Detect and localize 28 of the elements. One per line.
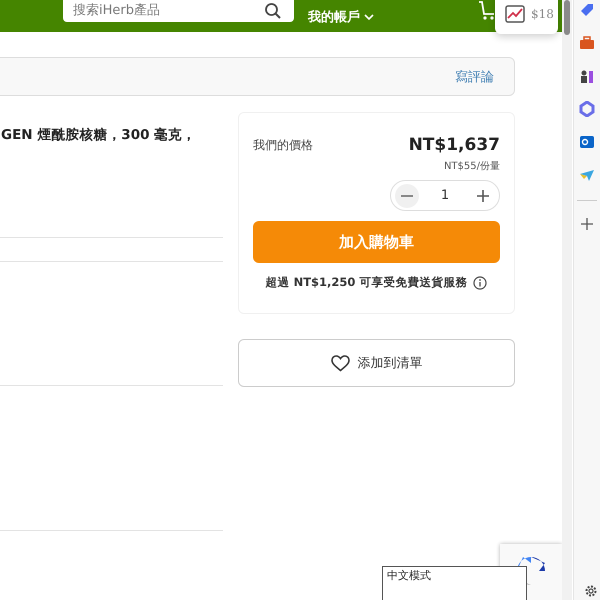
heart-icon bbox=[330, 354, 350, 372]
free-shipping-note: 超過 NT$1,250 可享受免費送貨服務 bbox=[266, 275, 468, 290]
tag-icon[interactable] bbox=[579, 2, 595, 18]
search-field[interactable]: 搜索iHerb產品 bbox=[63, 0, 294, 22]
unit-price-text: NT$55/份量 bbox=[444, 160, 500, 173]
rewards-amount: $18 bbox=[531, 7, 554, 21]
plus-icon bbox=[477, 190, 489, 202]
account-menu[interactable]: 我的帳戶 bbox=[308, 8, 374, 26]
price-text: NT$1,637 bbox=[408, 135, 500, 155]
price-label: 我們的價格 bbox=[253, 136, 313, 154]
write-review-link[interactable]: 寫評論 bbox=[455, 68, 494, 86]
scrollbar-thumb[interactable] bbox=[564, 0, 570, 35]
cart-icon[interactable] bbox=[478, 0, 496, 22]
settings-icon[interactable] bbox=[584, 584, 598, 598]
toolbox-icon[interactable] bbox=[579, 35, 595, 51]
product-title: GEN 煙酰胺核糖，300 毫克， bbox=[1, 126, 198, 144]
ime-tooltip: 中文模式 bbox=[382, 566, 527, 600]
info-icon[interactable] bbox=[473, 276, 488, 290]
search-icon[interactable] bbox=[264, 2, 282, 20]
plus-icon[interactable] bbox=[581, 218, 593, 230]
chevron-down-icon bbox=[364, 14, 374, 20]
minus-icon bbox=[401, 194, 413, 196]
add-to-cart-button[interactable]: 加入購物車 bbox=[253, 221, 500, 263]
decrease-button[interactable] bbox=[395, 184, 419, 208]
add-to-list-button[interactable]: 添加到清單 bbox=[238, 339, 515, 387]
chart-trend-icon bbox=[505, 5, 525, 23]
paper-plane-icon[interactable] bbox=[579, 167, 595, 183]
rewards-popup[interactable]: $18 bbox=[495, 0, 558, 34]
